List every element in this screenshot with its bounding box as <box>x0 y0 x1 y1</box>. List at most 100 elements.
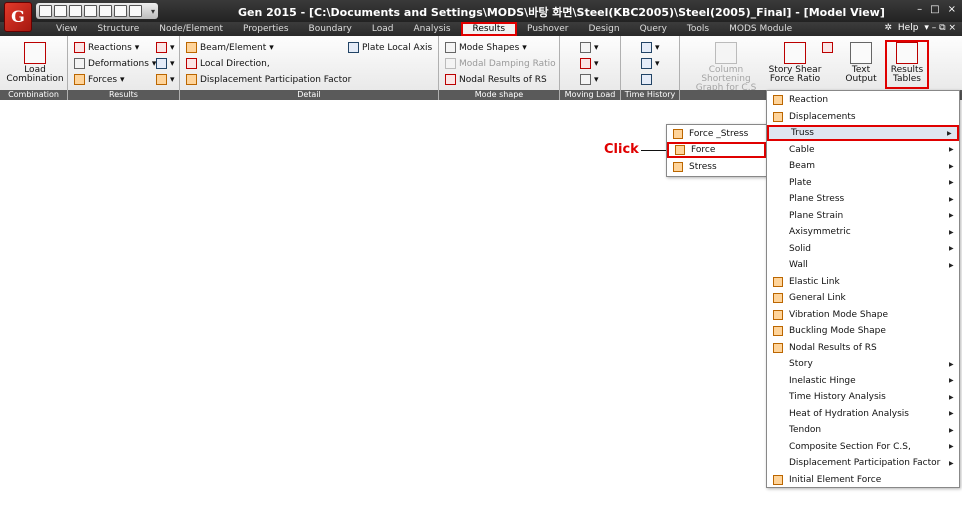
menu-item-story[interactable]: Story ▶ <box>767 356 959 372</box>
menu-item-plane-strain[interactable]: Plane Strain ▶ <box>767 208 959 224</box>
new-file-icon[interactable] <box>39 5 52 17</box>
tab-structure[interactable]: Structure <box>87 22 149 36</box>
nodal-results-rs-icon <box>445 74 456 85</box>
menu-item-buckling-mode-shape[interactable]: Buckling Mode Shape <box>767 323 959 339</box>
tab-properties[interactable]: Properties <box>233 22 298 36</box>
menu-item-plate[interactable]: Plate ▶ <box>767 175 959 191</box>
time-history-graph-button[interactable]: ▾ <box>641 42 660 53</box>
menu-item-axisymmetric[interactable]: Axisymmetric ▶ <box>767 224 959 240</box>
mode-shapes-button[interactable]: Mode Shapes ▾ <box>445 42 527 53</box>
beam-element-label: Beam/Element <box>200 42 267 53</box>
moving-load-vehicle-button[interactable]: ▾ <box>580 74 599 85</box>
menu-item-beam[interactable]: Beam ▶ <box>767 158 959 174</box>
tab-boundary[interactable]: Boundary <box>299 22 362 36</box>
chevron-right-icon: ▶ <box>949 410 954 417</box>
story-shear-button[interactable]: Story Shear Force Ratio <box>768 42 822 84</box>
menu-item-initial-element-force[interactable]: Initial Element Force <box>767 472 959 488</box>
contour-result-button[interactable]: ▾ <box>156 74 175 85</box>
results-tables-highlight <box>885 40 929 89</box>
menu-item-wall[interactable]: Wall ▶ <box>767 257 959 273</box>
save-as-icon[interactable] <box>84 5 97 17</box>
save-icon[interactable] <box>69 5 82 17</box>
print-icon[interactable] <box>99 5 112 17</box>
restore-button[interactable]: □ <box>930 4 939 15</box>
submenu-item-force-stress[interactable]: Force _Stress <box>667 126 766 142</box>
print-preview-icon[interactable] <box>114 5 127 17</box>
stress-result-button[interactable]: ▾ <box>156 42 175 53</box>
menu-item-vibration-mode-shape[interactable]: Vibration Mode Shape <box>767 307 959 323</box>
nodal-results-of-rs-icon <box>773 342 783 353</box>
forces-button[interactable]: Forces ▾ <box>74 74 125 85</box>
time-history-table-button[interactable] <box>641 74 652 85</box>
deformations-button[interactable]: Deformations ▾ <box>74 58 156 69</box>
menu-item-heat-of-hydration-analysis[interactable]: Heat of Hydration Analysis ▶ <box>767 406 959 422</box>
open-folder-icon[interactable] <box>54 5 67 17</box>
beam-element-button[interactable]: Beam/Element ▾ <box>186 42 274 53</box>
menu-item-plane-stress[interactable]: Plane Stress ▶ <box>767 191 959 207</box>
time-history-text-button[interactable]: ▾ <box>641 58 660 69</box>
tab-load[interactable]: Load <box>362 22 404 36</box>
menu-item-reaction[interactable]: Reaction <box>767 92 959 108</box>
tab-analysis[interactable]: Analysis <box>403 22 460 36</box>
menu-item-truss[interactable]: Truss ▶ <box>767 125 959 141</box>
text-output-button[interactable]: Text Output <box>842 42 880 84</box>
chevron-down-icon: ▾ <box>655 42 660 53</box>
menu-item-general-link[interactable]: General Link <box>767 290 959 306</box>
tab-pushover[interactable]: Pushover <box>517 22 578 36</box>
close-button[interactable]: × <box>948 4 956 15</box>
mdi-controls[interactable]: ▾ – ⧉ × <box>924 23 956 33</box>
tab-view[interactable]: View <box>46 22 87 36</box>
menu-item-label: Nodal Results of RS <box>789 342 877 353</box>
menu-item-label: Vibration Mode Shape <box>789 309 889 320</box>
blank-page-icon[interactable] <box>129 5 142 17</box>
menu-item-tendon[interactable]: Tendon ▶ <box>767 422 959 438</box>
app-logo[interactable]: G <box>4 2 32 32</box>
chevron-right-icon: ▶ <box>949 195 954 203</box>
menu-item-label: Initial Element Force <box>789 474 882 485</box>
gear-icon[interactable]: ✲ <box>884 23 892 33</box>
load-combination-label: Load Combination <box>6 65 64 84</box>
group-label-detail: Detail <box>180 90 438 100</box>
menu-item-label: Reaction <box>789 95 829 105</box>
menu-item-time-history-analysis[interactable]: Time History Analysis ▶ <box>767 389 959 405</box>
tab-query[interactable]: Query <box>630 22 677 36</box>
moving-load-tracer-button[interactable]: ▾ <box>580 42 599 53</box>
column-shortening-button[interactable]: Column Shortening Graph for C.S <box>684 42 768 93</box>
menu-item-displacements[interactable]: Displacements <box>767 109 959 125</box>
plate-local-axis-button[interactable]: Plate Local Axis <box>348 42 432 53</box>
moving-load-influence-button[interactable]: ▾ <box>580 58 599 69</box>
tab-mods-module[interactable]: MODS Module <box>719 22 802 36</box>
qat-dropdown-icon[interactable]: ▾ <box>151 7 155 16</box>
menu-item-composite-section-for-c-s[interactable]: Composite Section For C.S, ▶ <box>767 439 959 455</box>
menu-item-elastic-link[interactable]: Elastic Link <box>767 274 959 290</box>
submenu-item-label: Force <box>691 145 716 155</box>
submenu-item-stress[interactable]: Stress <box>667 159 766 175</box>
menu-item-inelastic-hinge[interactable]: Inelastic Hinge ▶ <box>767 373 959 389</box>
misc-small-button[interactable] <box>822 42 833 53</box>
displacement-pf-button[interactable]: Displacement Participation Factor <box>186 74 351 85</box>
nodal-results-rs-button[interactable]: Nodal Results of RS <box>445 74 547 85</box>
local-direction-button[interactable]: Local Direction, <box>186 58 270 69</box>
ribbon-tabs: View Structure Node/Element Properties B… <box>0 22 962 36</box>
tab-results[interactable]: Results <box>460 22 518 36</box>
load-combination-button[interactable]: Load Combination <box>6 42 64 84</box>
menu-item-label: Cable <box>789 144 815 155</box>
menu-item-cable[interactable]: Cable ▶ <box>767 142 959 158</box>
modal-damping-button[interactable]: Modal Damping Ratio <box>445 58 556 69</box>
help-button[interactable]: Help <box>898 23 919 33</box>
group-label-results: Results <box>68 90 179 100</box>
tab-node-element[interactable]: Node/Element <box>149 22 233 36</box>
chevron-down-icon: ▾ <box>170 74 175 85</box>
chevron-right-icon: ▶ <box>949 426 954 434</box>
reactions-button[interactable]: Reactions ▾ <box>74 42 139 53</box>
tab-design[interactable]: Design <box>578 22 629 36</box>
reactions-icon <box>74 42 85 53</box>
menu-item-displacement-participation-factor[interactable]: Displacement Participation Factor ▶ <box>767 455 959 471</box>
menu-item-nodal-results-of-rs[interactable]: Nodal Results of RS <box>767 340 959 356</box>
menu-item-solid[interactable]: Solid ▶ <box>767 241 959 257</box>
minimize-button[interactable]: – <box>917 4 922 15</box>
submenu-item-force[interactable]: Force <box>667 142 766 158</box>
tab-tools[interactable]: Tools <box>677 22 719 36</box>
mode-result-button[interactable]: ▾ <box>156 58 175 69</box>
stress-icon <box>673 162 683 172</box>
